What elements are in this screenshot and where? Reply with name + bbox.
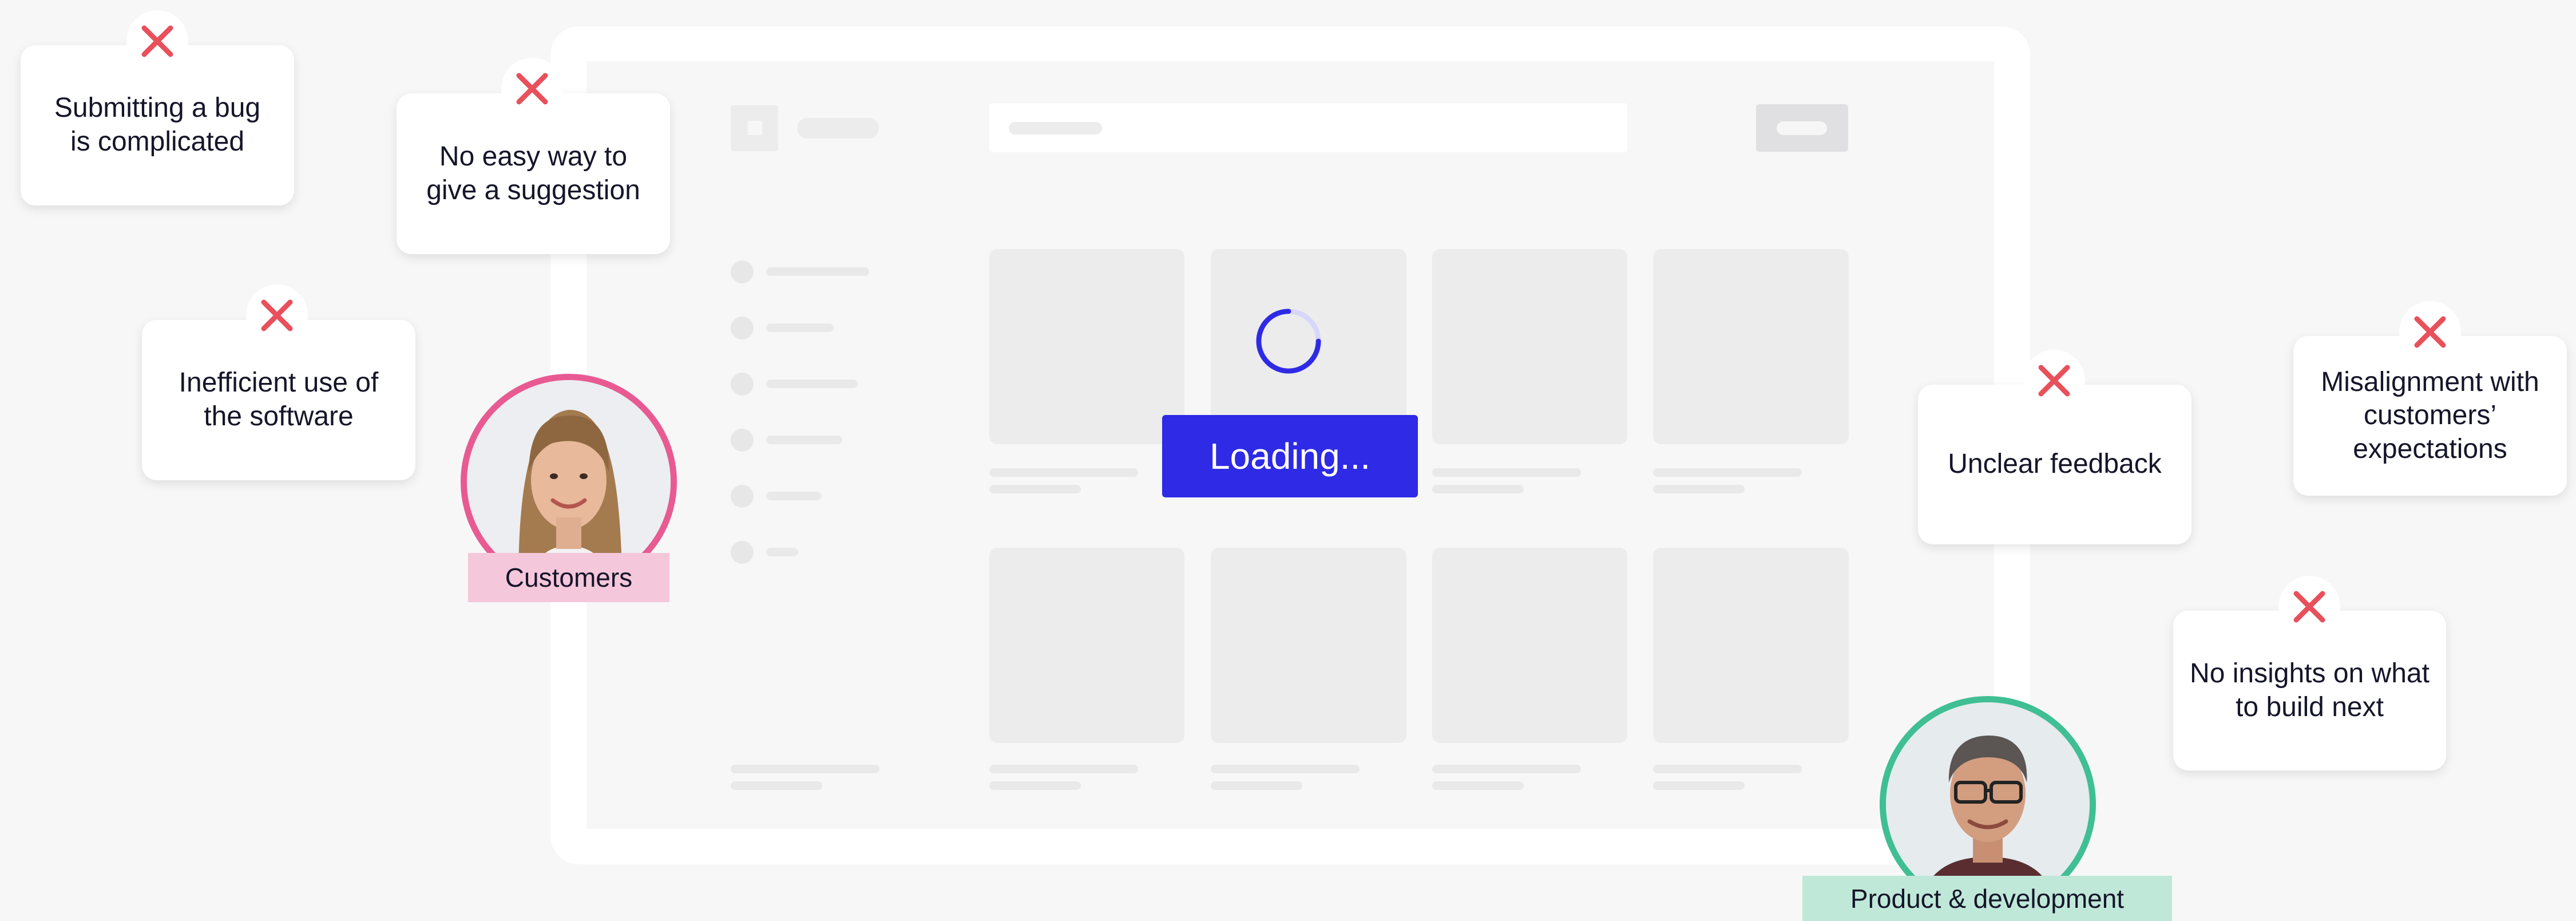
sidebar-line	[731, 765, 879, 773]
grid-tile	[1432, 249, 1627, 444]
tile-caption-line	[1432, 468, 1581, 477]
sidebar-dot	[731, 260, 754, 283]
pain-point-text: Unclear feedback	[1948, 449, 2162, 480]
tile-caption-line	[1432, 485, 1524, 493]
sidebar-line	[731, 781, 822, 790]
tile-caption-line	[1653, 781, 1745, 790]
sidebar-line	[766, 267, 869, 276]
header-button-label-placeholder	[1777, 121, 1827, 135]
error-x-icon	[501, 58, 563, 120]
sidebar-dot	[731, 485, 754, 508]
tile-caption-line	[1432, 781, 1524, 790]
tile-caption-line	[1211, 781, 1302, 790]
grid-tile	[989, 548, 1184, 743]
grid-tile	[989, 249, 1184, 444]
error-x-icon	[2399, 301, 2461, 363]
logo-placeholder-inner	[748, 121, 762, 135]
sidebar-line	[766, 548, 798, 556]
error-x-icon	[2278, 576, 2340, 638]
tile-caption-line	[1211, 765, 1360, 773]
tile-caption-line	[1653, 765, 1802, 773]
sidebar-line	[766, 436, 842, 444]
loading-spinner-icon	[1256, 309, 1321, 374]
brand-placeholder	[797, 118, 879, 139]
grid-tile	[1211, 548, 1406, 743]
grid-tile	[1432, 548, 1627, 743]
error-x-icon	[126, 10, 188, 72]
tile-caption-line	[989, 781, 1081, 790]
tile-caption-line	[989, 468, 1138, 477]
sidebar-dot	[731, 317, 754, 339]
sidebar-dot	[731, 429, 754, 452]
tile-caption-line	[989, 765, 1138, 773]
grid-tile	[1653, 548, 1849, 743]
tile-caption-line	[1432, 765, 1581, 773]
search-text-placeholder	[1009, 122, 1102, 135]
pain-point-text: Misalignment with customers’ expectation…	[2321, 366, 2539, 464]
sidebar-dot	[731, 541, 754, 564]
product-tag: Product & development	[1802, 876, 2172, 921]
sidebar-line	[766, 492, 822, 500]
tile-caption-line	[989, 485, 1081, 493]
sidebar-line	[766, 380, 858, 388]
customers-tag: Customers	[468, 553, 669, 602]
grid-tile	[1653, 249, 1849, 444]
tile-caption-line	[1653, 468, 1802, 477]
loading-indicator: Loading...	[1162, 415, 1418, 497]
error-x-icon	[2023, 350, 2085, 412]
tile-caption-line	[1653, 485, 1745, 493]
pain-point-text: Submitting a bug is complicated	[54, 93, 261, 157]
pain-point-text: No easy way to give a suggestion	[426, 141, 640, 205]
sidebar-dot	[731, 373, 754, 396]
error-x-icon	[246, 284, 308, 346]
pain-point-text: Inefficient use of the software	[179, 367, 379, 432]
pain-point-text: No insights on what to build next	[2190, 658, 2430, 722]
sidebar-line	[766, 323, 834, 332]
